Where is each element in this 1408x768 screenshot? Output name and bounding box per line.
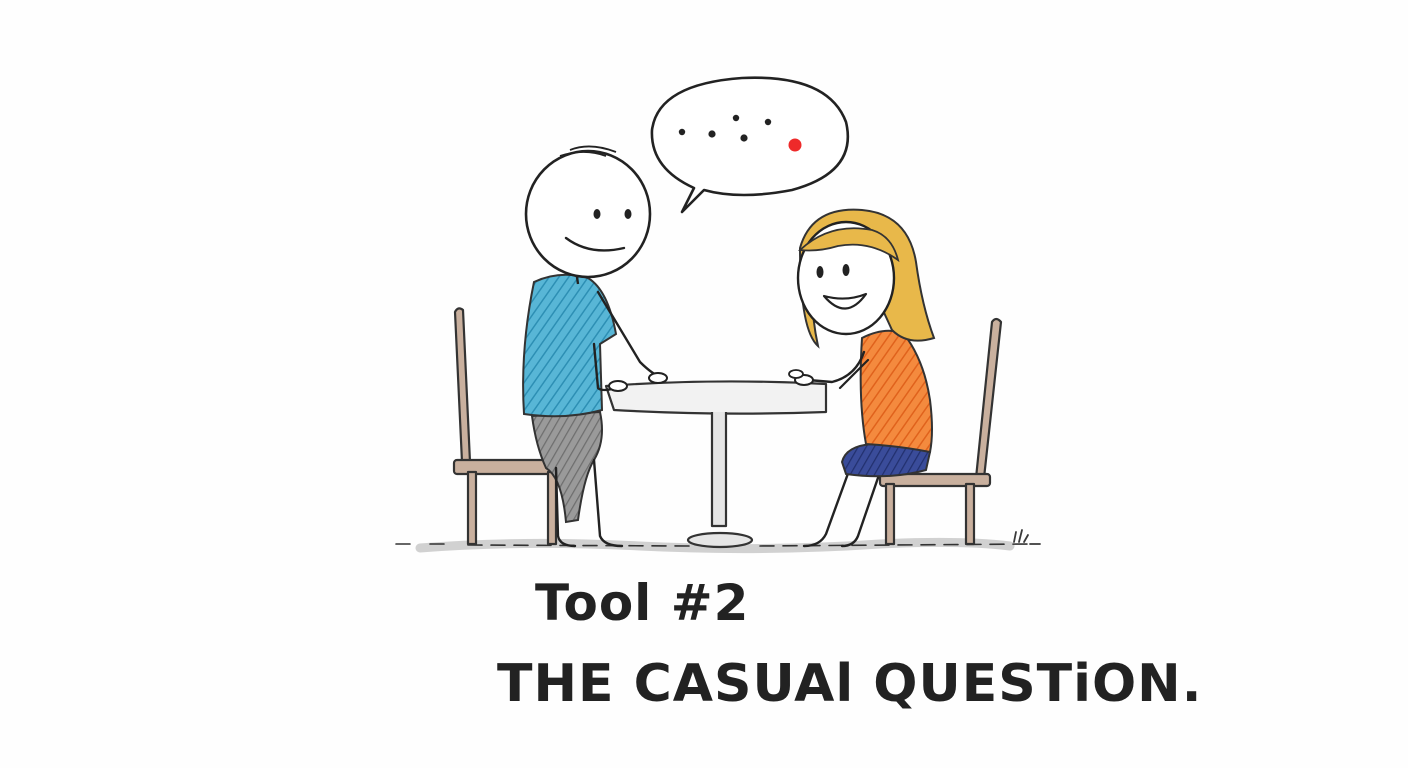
bubble-dot: [740, 134, 748, 142]
bubble-dot: [732, 114, 740, 122]
man-figure: [522, 145, 668, 548]
cartoon-scene: [395, 76, 1041, 554]
bubble-red-dot: [788, 138, 802, 152]
woman-top: [859, 329, 933, 454]
caption-title: THE CASUAl QUESTiON.: [497, 654, 1203, 714]
speech-bubble-icon: [650, 76, 850, 214]
illustration-canvas: Tool #2 THE CASUAl QUESTiON.: [0, 0, 1408, 768]
caption-tool-number: Tool #2: [535, 574, 750, 632]
cafe-table: [604, 380, 828, 549]
woman-figure: [788, 208, 936, 548]
bubble-dot: [678, 128, 686, 136]
grass-tuft-icon: [1013, 529, 1041, 545]
bubble-dot: [764, 118, 772, 126]
bubble-dot: [708, 130, 716, 138]
man-shirt: [522, 273, 618, 418]
